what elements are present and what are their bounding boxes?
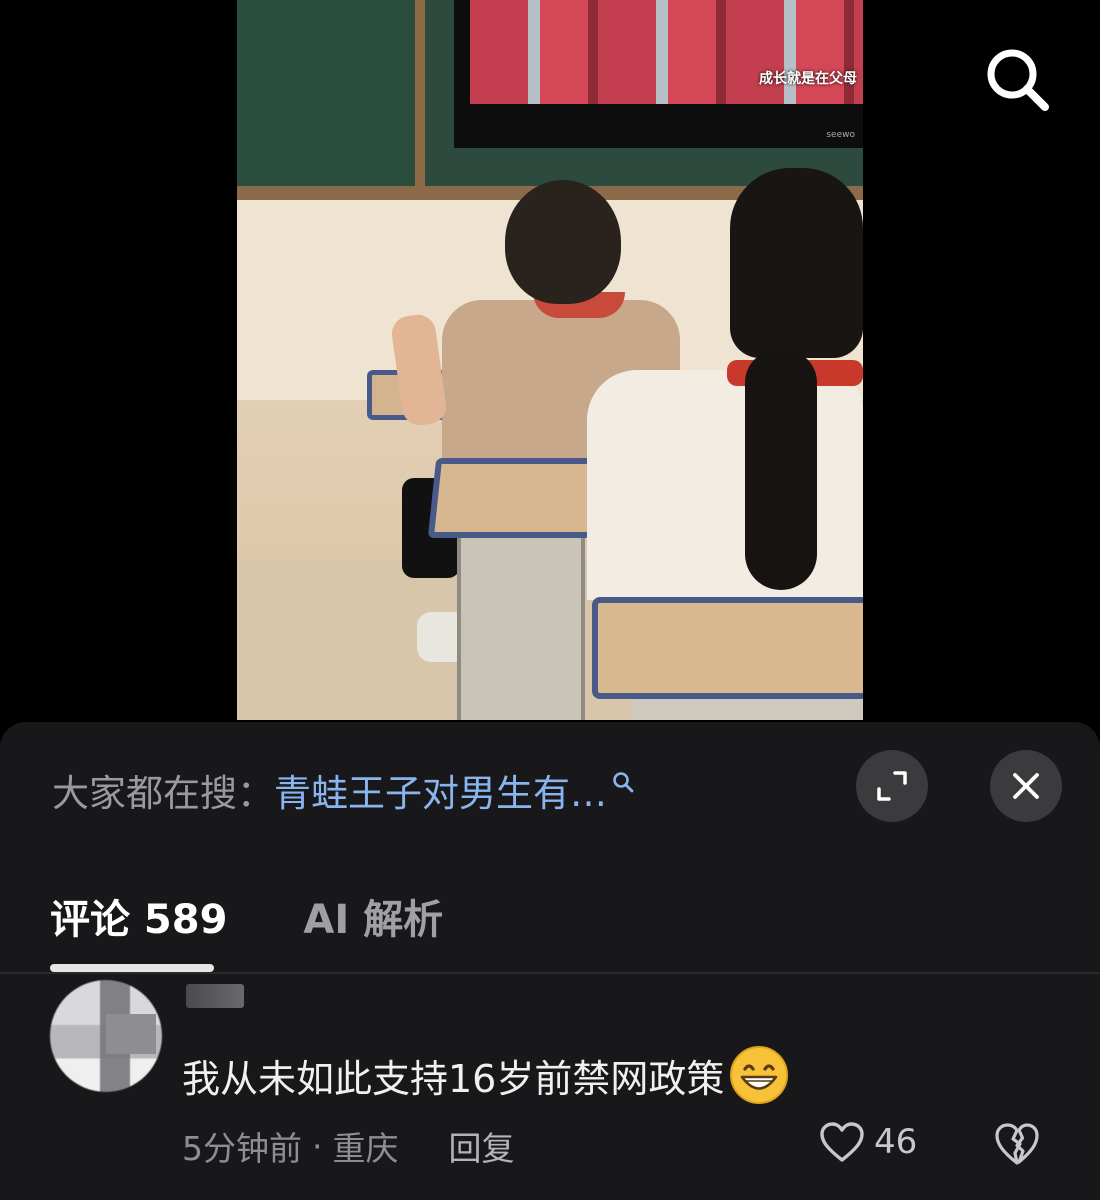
expand-icon <box>877 771 907 801</box>
meta-separator: · <box>312 1126 323 1166</box>
close-button[interactable] <box>990 750 1062 822</box>
girl-ponytail <box>745 350 817 590</box>
chalkboard-panel <box>237 0 425 190</box>
tab-comments[interactable]: 评论 589 <box>50 887 227 945</box>
tv-caption: 成长就是在父母 <box>759 71 857 87</box>
avatar-pixelation <box>106 1014 156 1054</box>
comment-meta: 5分钟前 · 重庆 回复 <box>182 1122 515 1170</box>
comment-location: 重庆 <box>332 1129 399 1168</box>
comment-time: 5分钟前 <box>182 1129 302 1168</box>
search-icon <box>987 49 1049 111</box>
like-button[interactable]: 46 <box>818 1120 917 1164</box>
close-icon <box>1013 773 1039 799</box>
username-redacted <box>186 984 244 1008</box>
expand-button[interactable] <box>856 750 928 822</box>
comment-text: 我从未如此支持16岁前禁网政策 <box>182 1056 725 1101</box>
girl-desk <box>592 597 863 699</box>
desk-leg <box>457 528 585 720</box>
girl-figure <box>587 370 863 600</box>
comment-sheet: 大家都在搜： 青蛙王子对男生有… 评论 589 AI 解析 我从未如此支持16岁… <box>0 722 1100 1200</box>
active-tab-indicator <box>50 964 214 972</box>
search-button[interactable] <box>982 44 1052 114</box>
reply-button[interactable]: 回复 <box>449 1122 515 1170</box>
comment-tabs: 评论 589 AI 解析 <box>50 887 443 945</box>
broken-heart-icon <box>995 1123 1039 1165</box>
tv-brand: seewo <box>826 130 855 140</box>
tv-screen <box>470 0 863 104</box>
boy-head <box>505 180 621 304</box>
video-frame[interactable]: 成长就是在父母 seewo <box>237 0 863 720</box>
search-icon <box>613 772 634 793</box>
comment-body: 我从未如此支持16岁前禁网政策 <box>182 1044 790 1106</box>
tabs-divider <box>0 972 1100 974</box>
dislike-button[interactable] <box>992 1120 1042 1168</box>
tab-ai-analysis[interactable]: AI 解析 <box>303 887 443 945</box>
trending-search-prefix: 大家都在搜： <box>52 772 274 815</box>
classroom-tv: 成长就是在父母 seewo <box>454 0 863 148</box>
like-count: 46 <box>874 1122 918 1162</box>
trending-search-query[interactable]: 青蛙王子对男生有… <box>274 763 607 817</box>
girl-hair <box>730 168 863 358</box>
grinning-face-icon <box>730 1046 789 1104</box>
heart-icon <box>820 1122 864 1162</box>
trending-search[interactable]: 大家都在搜： 青蛙王子对男生有… <box>52 768 752 815</box>
